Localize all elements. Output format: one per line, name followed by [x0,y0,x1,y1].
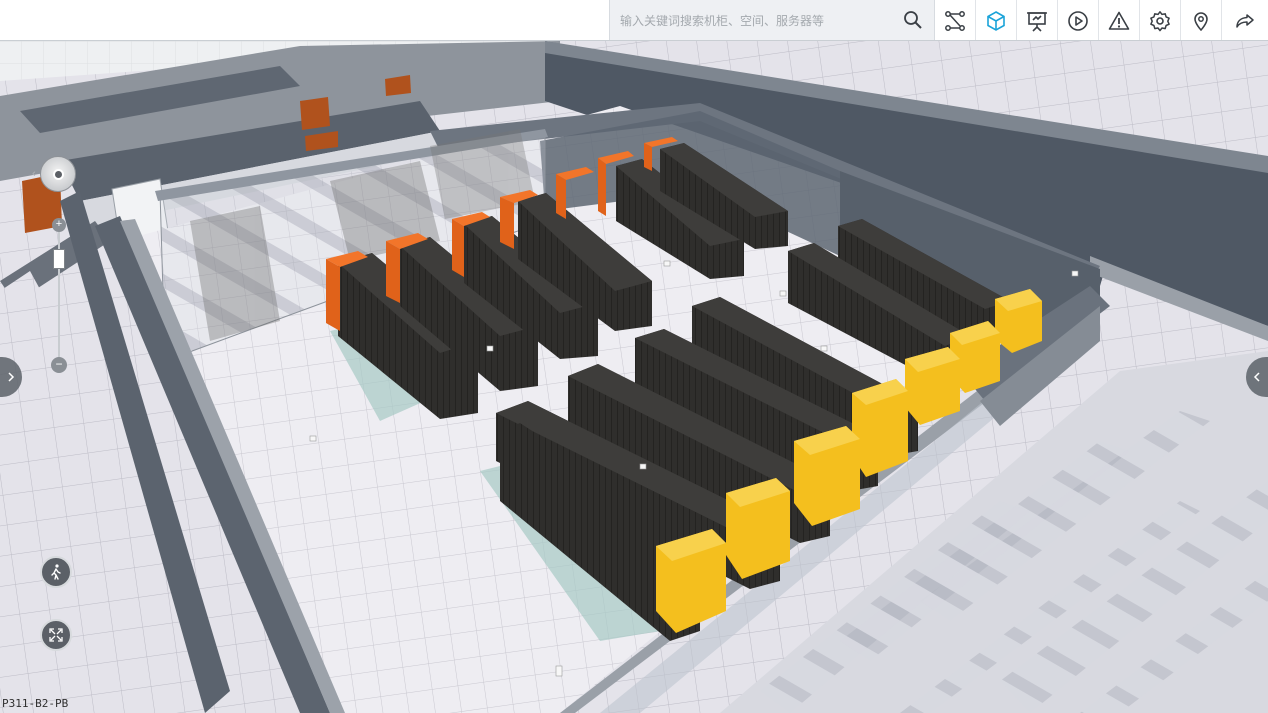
gear-icon [1150,10,1170,31]
settings-button[interactable] [1140,0,1181,41]
fullscreen-icon [49,628,63,642]
play-button[interactable] [1058,0,1099,41]
walk-icon [51,564,61,580]
search-input[interactable] [620,10,890,31]
topology-button[interactable] [935,0,976,41]
walk-mode-button[interactable] [40,556,72,588]
location-pin-icon [1194,11,1208,31]
datacenter-3d-model [0,41,1268,713]
search-box [609,0,935,41]
top-toolbar [0,0,1268,41]
compass-center [53,169,64,180]
location-button[interactable] [1181,0,1222,41]
chevron-right-icon [8,372,15,382]
chevron-left-icon: ‹ [32,168,36,180]
share-button[interactable] [1222,0,1268,41]
zoom-slider-handle[interactable] [53,249,65,269]
location-label: P311-B2-PB [2,697,69,710]
3d-scene-viewport[interactable]: ‹ + − [0,41,1268,713]
zoom-in-button[interactable]: + [52,218,66,232]
warning-icon [1108,11,1130,30]
3d-cube-icon [987,10,1005,31]
3d-view-button[interactable] [976,0,1017,41]
presentation-icon [1027,11,1047,32]
compass-icon[interactable]: ‹ [32,156,76,192]
play-icon [1068,10,1088,31]
fullscreen-button[interactable] [40,619,72,651]
presentation-button[interactable] [1017,0,1058,41]
zoom-out-button[interactable]: − [51,357,67,373]
chevron-left-icon [1253,372,1260,382]
search-icon[interactable] [902,9,924,31]
share-icon [1236,13,1254,28]
topology-icon [945,10,965,31]
alarm-button[interactable] [1099,0,1140,41]
